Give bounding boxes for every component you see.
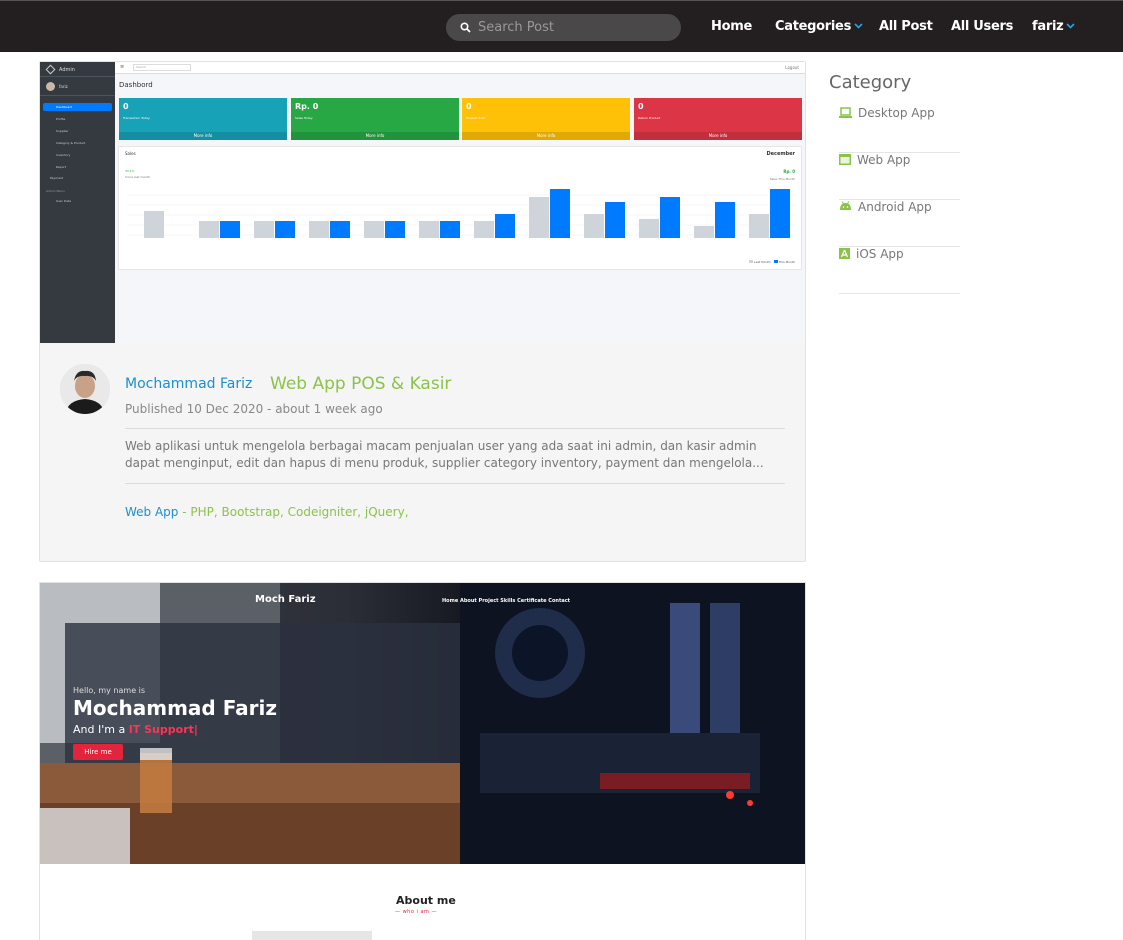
thumbnail-chart-since: Since last month xyxy=(125,175,151,179)
about-heading: About me xyxy=(396,894,456,907)
post-thumbnail[interactable]: Moch Fariz Home About Project Skills Cer… xyxy=(40,583,805,864)
thumbnail-box-value: 0 xyxy=(638,102,644,111)
thumbnail-box-footer: More info xyxy=(634,132,802,140)
browser-icon xyxy=(839,154,851,165)
thumbnail-box-label: Sales Today xyxy=(295,116,313,120)
legend-this-month: This Month xyxy=(778,260,796,264)
chevron-down-icon xyxy=(1066,23,1075,29)
thumbnail-box-value: Rp. 0 xyxy=(295,102,319,111)
thumbnail-chart-title: Sales xyxy=(125,151,136,156)
author-avatar[interactable] xyxy=(60,364,110,414)
divider xyxy=(125,428,785,429)
thumbnail-menu-item: Report xyxy=(56,165,66,169)
thumbnail-page-title: Dashbord xyxy=(119,81,153,89)
category-item-desktop-app[interactable]: Desktop App xyxy=(839,106,960,153)
thumbnail-menu-item: Inventory xyxy=(56,153,71,157)
hero-subtitle-prefix: And I'm a xyxy=(73,723,129,736)
thumbnail-menu-item: Profile xyxy=(56,117,66,121)
laptop-icon xyxy=(839,107,852,118)
thumbnail-box-footer: More info xyxy=(119,132,287,140)
chevron-down-icon xyxy=(854,23,863,29)
category-item-web-app[interactable]: Web App xyxy=(839,153,960,200)
tag-separator: - xyxy=(178,505,191,519)
thumbnail-chart-change: 33.1% xyxy=(125,169,135,173)
post-card[interactable]: Moch Fariz Home About Project Skills Cer… xyxy=(39,582,806,940)
top-navbar: Home Categories All Post All Users fariz xyxy=(0,0,1123,52)
thumbnail-info-box: 0 Transaction Today More info xyxy=(119,98,287,140)
app-store-icon xyxy=(839,248,850,259)
android-icon xyxy=(840,201,851,210)
search-box[interactable] xyxy=(446,14,681,41)
legend-last-month: Last Month xyxy=(753,260,771,264)
category-label: Web App xyxy=(857,153,911,167)
hero-greeting: Hello, my name is xyxy=(73,686,146,695)
thumbnail-search: Search xyxy=(133,64,191,71)
thumbnail-chart-legend: Last Month This Month xyxy=(748,260,796,264)
category-heading: Category xyxy=(829,72,912,93)
thumbnail-info-box: Rp. 0 Sales Today More info xyxy=(291,98,459,140)
nav-all-post[interactable]: All Post xyxy=(879,19,933,34)
thumbnail-menu-item: Payment xyxy=(50,176,64,180)
search-icon xyxy=(460,22,471,33)
thumbnail-box-value: 0 xyxy=(123,102,129,111)
category-label: Android App xyxy=(858,200,932,214)
thumbnail-box-value: 0 xyxy=(466,102,472,111)
about-subheading-text: who i am xyxy=(402,909,430,915)
thumbnail-menu-item: Dashboard xyxy=(56,105,73,109)
thumbnail-box-label: Product Sold xyxy=(466,116,485,120)
nav-user-label: fariz xyxy=(1032,19,1064,34)
thumbnail-chart-total-label: Sales This Month xyxy=(769,177,795,181)
category-item-ios-app[interactable]: iOS App xyxy=(839,247,960,294)
thumbnail-user: fariz xyxy=(59,84,68,89)
thumbnail-chart-month: December xyxy=(766,151,795,157)
thumbnail-menu-header: Admin Menu xyxy=(46,189,65,193)
nav-user-menu[interactable]: fariz xyxy=(1032,19,1075,34)
thumbnail-logo-icon xyxy=(45,64,56,75)
hire-me-button: Hire me xyxy=(73,744,123,760)
divider xyxy=(125,483,785,484)
thumbnail-sales-chart: Sales December 33.1% Since last month Rp… xyxy=(118,146,802,270)
search-input[interactable] xyxy=(478,20,668,35)
post-title-link[interactable]: Web App POS & Kasir xyxy=(270,374,451,394)
thumbnail-brand: Admin xyxy=(59,67,75,73)
post-category-link[interactable]: Web App xyxy=(125,505,178,519)
thumbnail-box-footer: More info xyxy=(291,132,459,140)
avatar-photo xyxy=(60,364,110,414)
hero-site-logo: Moch Fariz xyxy=(255,594,316,605)
nav-all-users[interactable]: All Users xyxy=(951,19,1013,34)
post-thumbnail[interactable]: Admin fariz Dashboard Profile Supplier C… xyxy=(40,62,805,343)
nav-categories[interactable]: Categories xyxy=(775,19,863,34)
about-photo xyxy=(252,931,372,940)
thumbnail-sidebar: Admin fariz Dashboard Profile Supplier C… xyxy=(40,62,115,343)
category-label: Desktop App xyxy=(858,106,935,120)
category-item-android-app[interactable]: Android App xyxy=(839,200,960,247)
thumbnail-topbar: ≡ Search Logout xyxy=(115,62,805,74)
hero-nav: Home About Project Skills Certificate Co… xyxy=(442,598,571,604)
thumbnail-info-box: 0 Return Product More info xyxy=(634,98,802,140)
nav-home[interactable]: Home xyxy=(711,19,752,34)
post-tags: Web App - PHP, Bootstrap, Codeigniter, j… xyxy=(125,505,409,519)
thumbnail-box-footer: More info xyxy=(462,132,630,140)
nav-categories-label: Categories xyxy=(775,19,852,34)
post-excerpt: Web aplikasi untuk mengelola berbagai ma… xyxy=(125,439,764,470)
post-published-date: Published 10 Dec 2020 - about 1 week ago xyxy=(125,402,383,416)
thumbnail-logout: Logout xyxy=(785,65,799,70)
thumbnail-bar-chart xyxy=(127,189,795,238)
hero-subtitle: And I'm a IT Support| xyxy=(73,723,198,736)
thumbnail-menu-item: Category & Product xyxy=(56,141,86,145)
about-subheading: — who i am — xyxy=(395,909,438,915)
thumbnail-info-box: 0 Product Sold More info xyxy=(462,98,630,140)
hero-role: IT Support| xyxy=(128,723,198,736)
category-label: iOS App xyxy=(856,247,904,261)
thumbnail-chart-total: Rp. 0 xyxy=(783,169,795,174)
thumbnail-menu-item: User Data xyxy=(56,199,71,203)
post-tag-links[interactable]: PHP, Bootstrap, Codeigniter, jQuery, xyxy=(190,505,408,519)
thumbnail-menu-item: Supplier xyxy=(56,129,69,133)
thumbnail-box-label: Transaction Today xyxy=(123,116,150,120)
post-card[interactable]: Admin fariz Dashboard Profile Supplier C… xyxy=(39,61,806,562)
author-name-link[interactable]: Mochammad Fariz xyxy=(125,376,252,392)
thumbnail-avatar xyxy=(46,82,55,91)
thumbnail-box-label: Return Product xyxy=(638,116,661,120)
hero-name: Mochammad Fariz xyxy=(73,696,278,720)
